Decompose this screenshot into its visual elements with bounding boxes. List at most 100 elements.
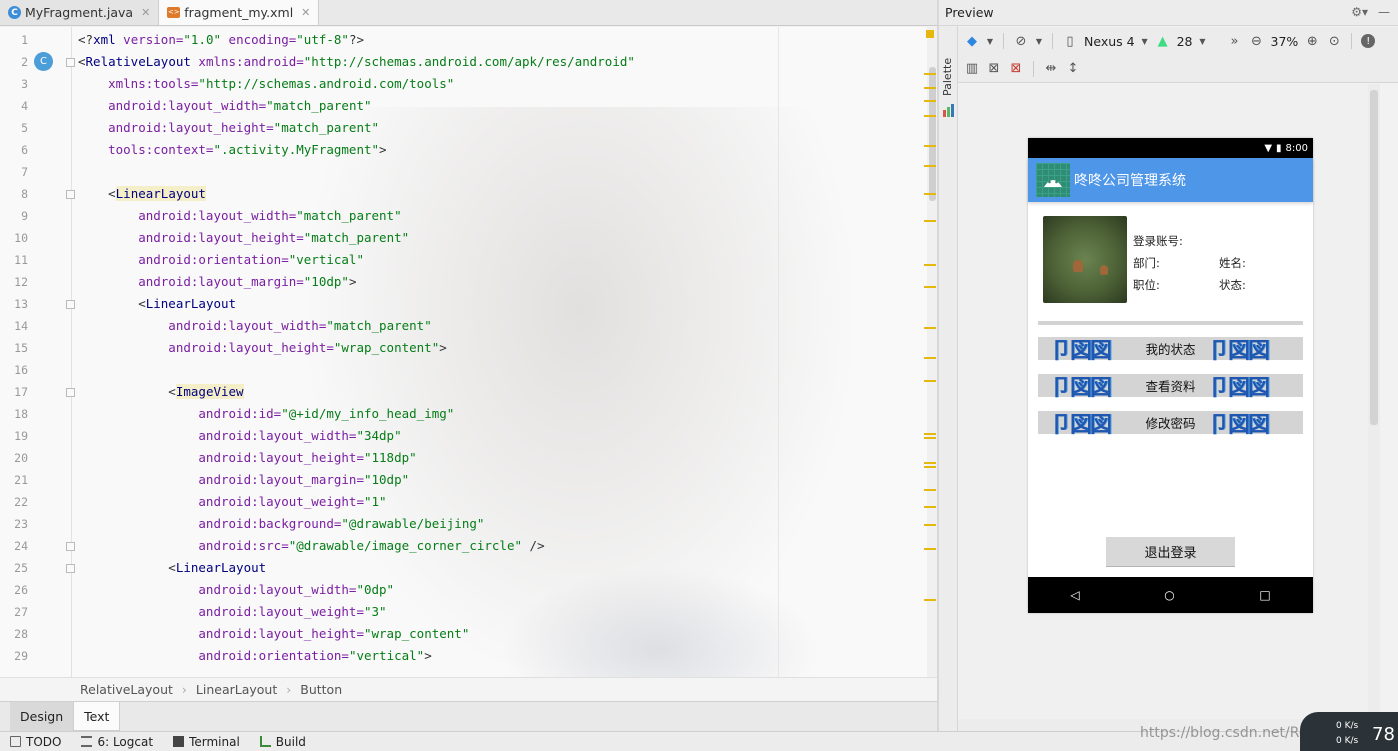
code-line[interactable]: android:layout_height="wrap_content"> <box>78 337 917 359</box>
close-icon[interactable]: ✕ <box>301 6 310 19</box>
fold-toggle-icon[interactable] <box>66 564 75 573</box>
warning-stripe-marker[interactable] <box>924 145 936 147</box>
warning-stripe-marker[interactable] <box>924 87 936 89</box>
close-icon[interactable]: ✕ <box>141 6 150 19</box>
breadcrumb-item[interactable]: Button <box>300 682 342 697</box>
back-icon[interactable]: ◁ <box>1070 588 1079 602</box>
code-line[interactable]: <RelativeLayout xmlns:android="http://sc… <box>78 51 917 73</box>
code-area[interactable]: <?xml version="1.0" encoding="utf-8"?> <R… <box>78 29 917 667</box>
code-line[interactable]: android:layout_width="34dp" <box>78 425 917 447</box>
code-line[interactable]: android:layout_weight="3" <box>78 601 917 623</box>
overflow-icon[interactable]: » <box>1227 33 1243 49</box>
device-selector[interactable]: Nexus 4 <box>1084 34 1135 49</box>
zoom-in-icon[interactable]: ⊕ <box>1304 33 1320 49</box>
my-status-button[interactable]: 卩図図 卩図図 我的状态 <box>1038 337 1303 364</box>
clear-constraints-icon[interactable]: ⊠ <box>1008 61 1024 77</box>
code-line[interactable]: android:id="@+id/my_info_head_img" <box>78 403 917 425</box>
breadcrumb-item[interactable]: LinearLayout <box>196 682 277 697</box>
fold-toggle-icon[interactable] <box>66 388 75 397</box>
profile-avatar[interactable] <box>1043 216 1127 303</box>
layers-icon[interactable]: ◆ <box>964 33 980 49</box>
logcat-tool-button[interactable]: 6: Logcat <box>81 735 153 749</box>
zoom-fit-icon[interactable]: ⊙ <box>1326 33 1342 49</box>
fold-toggle-icon[interactable] <box>66 542 75 551</box>
warning-stripe-marker[interactable] <box>924 506 936 508</box>
warning-stripe-marker[interactable] <box>924 165 936 167</box>
warning-icon[interactable]: ! <box>1361 34 1376 48</box>
home-icon[interactable]: ○ <box>1164 588 1174 602</box>
warning-stripe-marker[interactable] <box>924 115 936 117</box>
warning-stripe-marker[interactable] <box>924 433 936 435</box>
code-line[interactable]: android:orientation="vertical"> <box>78 645 917 667</box>
tab-fragment-my-xml[interactable]: <> fragment_my.xml ✕ <box>159 0 320 25</box>
warning-stripe-marker[interactable] <box>924 220 936 222</box>
code-line[interactable] <box>78 161 917 183</box>
code-line[interactable]: xmlns:tools="http://schemas.android.com/… <box>78 73 917 95</box>
code-line[interactable]: <?xml version="1.0" encoding="utf-8"?> <box>78 29 917 51</box>
warning-stripe-marker[interactable] <box>924 327 936 329</box>
warning-stripe-marker[interactable] <box>924 437 936 439</box>
todo-tool-button[interactable]: TODO <box>10 735 61 749</box>
code-line[interactable]: android:layout_width="match_parent" <box>78 95 917 117</box>
build-tool-button[interactable]: Build <box>259 735 306 749</box>
warning-stripe-marker[interactable] <box>924 489 936 491</box>
preview-scroll-thumb[interactable] <box>1370 90 1378 425</box>
palette-label[interactable]: Palette <box>941 58 954 96</box>
code-line[interactable] <box>78 359 917 381</box>
warning-stripe-marker[interactable] <box>924 193 936 195</box>
code-line[interactable]: android:layout_margin="10dp" <box>78 469 917 491</box>
code-editor[interactable]: C <?xml version="1.0" encoding="utf-8"?>… <box>0 27 937 677</box>
breadcrumb-item[interactable]: RelativeLayout <box>80 682 173 697</box>
code-line[interactable]: android:background="@drawable/beijing" <box>78 513 917 535</box>
orientation-icon[interactable]: ⊘ <box>1013 33 1029 49</box>
class-gutter-icon[interactable]: C <box>34 52 53 71</box>
api-level-selector[interactable]: 28 <box>1177 34 1193 49</box>
pack-horizontal-icon[interactable]: ⇹ <box>1043 61 1059 77</box>
android-icon[interactable]: ▲ <box>1155 33 1171 49</box>
blueprint-icon[interactable]: ⊠ <box>986 61 1002 77</box>
layout-columns-icon[interactable]: ▥ <box>964 61 980 77</box>
code-line[interactable]: android:layout_height="wrap_content" <box>78 623 917 645</box>
fold-toggle-icon[interactable] <box>66 58 75 67</box>
warning-stripe-marker[interactable] <box>924 524 936 526</box>
fold-toggle-icon[interactable] <box>66 190 75 199</box>
code-line[interactable]: android:layout_width="0dp" <box>78 579 917 601</box>
code-line[interactable]: <LinearLayout <box>78 557 917 579</box>
code-line[interactable]: android:orientation="vertical" <box>78 249 917 271</box>
recents-icon[interactable]: □ <box>1259 588 1270 602</box>
chevron-down-icon[interactable]: ▼ <box>1199 33 1207 49</box>
tab-text[interactable]: Text <box>73 702 121 731</box>
chevron-down-icon[interactable]: ▼ <box>1035 33 1043 49</box>
warning-stripe-marker[interactable] <box>924 264 936 266</box>
inspection-status-icon[interactable] <box>926 30 934 38</box>
warning-stripe-marker[interactable] <box>924 466 936 468</box>
warning-stripe-marker[interactable] <box>924 100 936 102</box>
minimize-icon[interactable]: — <box>1378 5 1390 19</box>
code-line[interactable]: android:layout_height="118dp" <box>78 447 917 469</box>
change-password-button[interactable]: 卩図図 卩図図 修改密码 <box>1038 411 1303 438</box>
chevron-down-icon[interactable]: ▼ <box>986 33 994 49</box>
warning-stripe-marker[interactable] <box>924 462 936 464</box>
palette-sidebar[interactable]: Palette <box>939 26 958 731</box>
warning-stripe-marker[interactable] <box>924 599 936 601</box>
code-line[interactable]: android:layout_weight="1" <box>78 491 917 513</box>
warning-stripe-marker[interactable] <box>924 73 936 75</box>
settings-gear-icon[interactable]: ⚙▾ <box>1351 5 1368 19</box>
tab-myfragment-java[interactable]: C MyFragment.java ✕ <box>0 0 160 25</box>
warning-stripe-marker[interactable] <box>924 548 936 550</box>
code-line[interactable]: android:layout_width="match_parent" <box>78 205 917 227</box>
warning-stripe-marker[interactable] <box>924 357 936 359</box>
terminal-tool-button[interactable]: Terminal <box>173 735 240 749</box>
code-line[interactable]: android:src="@drawable/image_corner_circ… <box>78 535 917 557</box>
fold-toggle-icon[interactable] <box>66 300 75 309</box>
code-line[interactable]: tools:context=".activity.MyFragment"> <box>78 139 917 161</box>
code-line[interactable]: android:layout_width="match_parent" <box>78 315 917 337</box>
code-line[interactable]: <LinearLayout <box>78 183 917 205</box>
warning-stripe-marker[interactable] <box>924 380 936 382</box>
code-line[interactable]: android:layout_height="match_parent" <box>78 227 917 249</box>
chevron-down-icon[interactable]: ▼ <box>1141 33 1149 49</box>
logout-button[interactable]: 退出登录 <box>1106 537 1235 567</box>
device-screen[interactable]: ▼ ▮ 8:00 咚咚公司管理系统 登录账号: 部门: 姓名: 职位: 状态: … <box>1028 138 1313 613</box>
palette-icon[interactable] <box>942 104 955 117</box>
warning-stripe-marker[interactable] <box>924 286 936 288</box>
